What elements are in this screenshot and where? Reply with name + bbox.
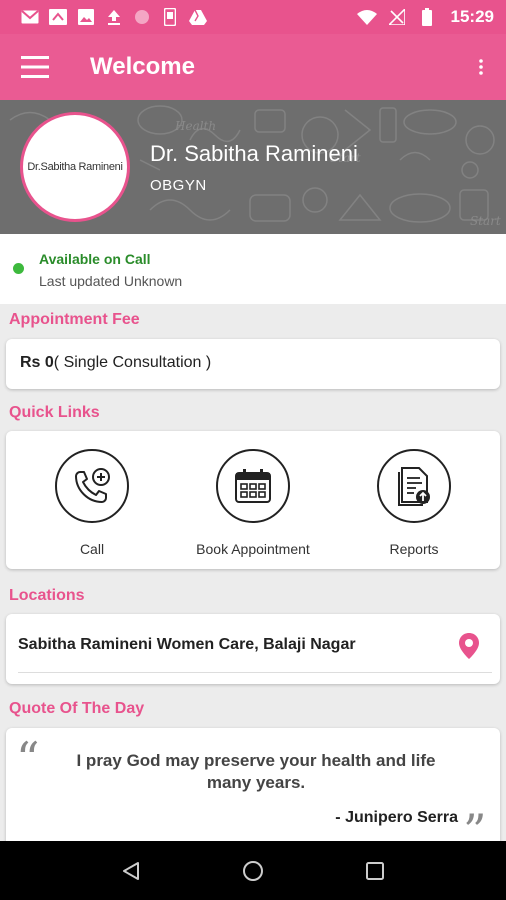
locations-card: Sabitha Ramineni Women Care, Balaji Naga… bbox=[6, 614, 500, 684]
quick-link-label: Reports bbox=[389, 541, 439, 557]
app-bar: Welcome bbox=[0, 34, 506, 100]
gmail-icon bbox=[20, 8, 40, 26]
last-updated: Last updated Unknown bbox=[39, 273, 183, 289]
quick-links-card: Call Book Appointment Reports bbox=[6, 431, 500, 569]
quick-link-reports[interactable]: Reports bbox=[344, 449, 484, 557]
no-signal-icon bbox=[387, 8, 407, 26]
avatar: Dr.Sabitha Ramineni bbox=[20, 112, 130, 222]
missed-call-icon bbox=[48, 8, 68, 26]
location-name[interactable]: Sabitha Ramineni Women Care, Balaji Naga… bbox=[18, 636, 356, 654]
recents-icon[interactable] bbox=[355, 851, 395, 891]
quick-link-label: Book Appointment bbox=[196, 541, 310, 557]
notification-icons bbox=[20, 8, 208, 26]
section-title-quote: Quote Of The Day bbox=[9, 700, 145, 717]
fee-amount: Rs 0 bbox=[20, 354, 54, 371]
svg-text:Start: Start bbox=[470, 214, 501, 228]
quote-card: “ I pray God may preserve your health an… bbox=[6, 728, 500, 858]
upload-icon bbox=[104, 8, 124, 26]
svg-text:Health: Health bbox=[174, 119, 216, 133]
section-title-locations: Locations bbox=[9, 587, 85, 604]
doctor-specialty: OBGYN bbox=[150, 177, 207, 194]
circle-icon bbox=[132, 8, 152, 26]
wifi-icon bbox=[356, 8, 377, 26]
section-title-appointment-fee: Appointment Fee bbox=[9, 311, 140, 328]
availability-status: Available on Call bbox=[39, 251, 151, 267]
page-title: Welcome bbox=[90, 53, 195, 80]
phone-icon bbox=[160, 8, 180, 26]
quick-link-label: Call bbox=[79, 541, 105, 557]
section-title-quick-links: Quick Links bbox=[9, 404, 100, 421]
more-vert-icon[interactable] bbox=[456, 34, 506, 100]
battery-icon bbox=[417, 8, 437, 26]
fee-detail: ( Single Consultation ) bbox=[53, 354, 212, 371]
profile-banner: Health Start Start Dr.Sabitha Ramineni bbox=[0, 100, 506, 234]
divider bbox=[18, 672, 492, 673]
quick-link-book-appointment[interactable]: Book Appointment bbox=[183, 449, 323, 557]
document-upload-icon[interactable] bbox=[377, 449, 451, 523]
back-icon[interactable] bbox=[111, 851, 151, 891]
home-icon[interactable] bbox=[233, 851, 273, 891]
avatar-text: Dr.Sabitha Ramineni bbox=[27, 161, 123, 173]
system-status-icons: 15:29 bbox=[356, 7, 494, 27]
quick-link-call[interactable]: Call bbox=[22, 449, 162, 557]
open-quote-icon: “ bbox=[16, 732, 40, 786]
calendar-icon[interactable] bbox=[216, 449, 290, 523]
availability-panel bbox=[0, 234, 506, 304]
status-bar: 15:29 bbox=[0, 0, 506, 34]
fee-text: Rs 0( Single Consultation ) bbox=[20, 354, 211, 372]
status-dot bbox=[13, 263, 24, 274]
doctor-name: Dr. Sabitha Ramineni bbox=[150, 141, 358, 166]
image-icon bbox=[76, 8, 96, 26]
phone-plus-icon[interactable] bbox=[55, 449, 129, 523]
clock: 15:29 bbox=[450, 7, 494, 26]
location-pin-icon[interactable] bbox=[458, 632, 480, 660]
hamburger-menu-icon[interactable] bbox=[0, 34, 70, 100]
system-nav-bar bbox=[0, 841, 506, 900]
drive-icon bbox=[188, 8, 208, 26]
quote-text: I pray God may preserve your health and … bbox=[76, 751, 436, 792]
quote-author: - Junipero Serra bbox=[335, 809, 458, 826]
fee-card: Rs 0( Single Consultation ) bbox=[6, 339, 500, 389]
